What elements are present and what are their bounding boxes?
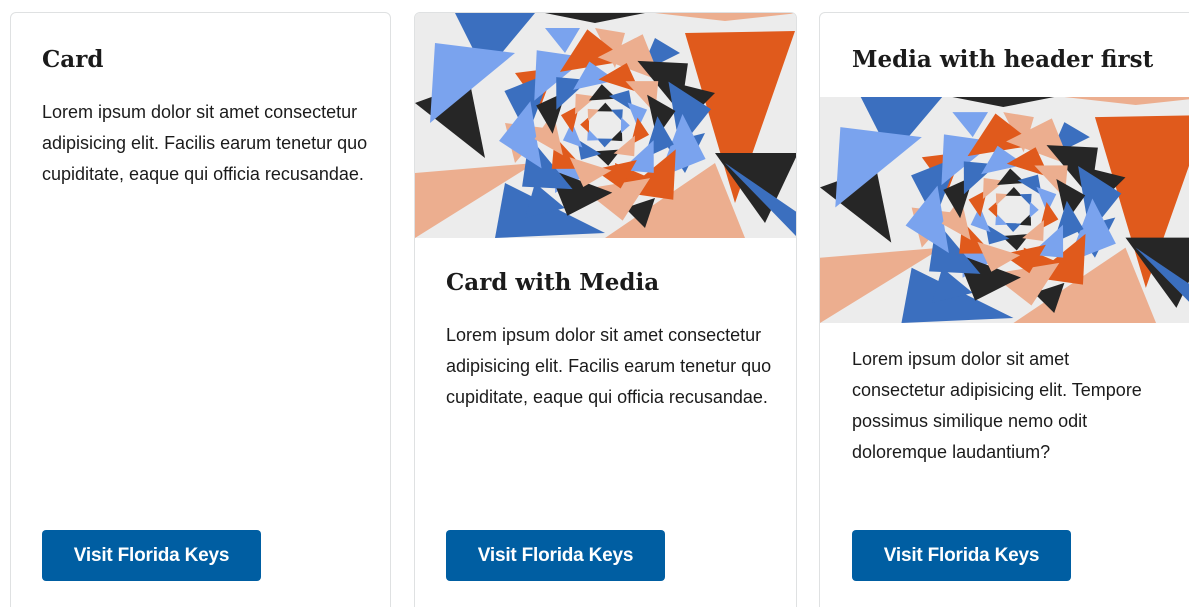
card-media-image	[415, 13, 796, 238]
card-title: Card with Media	[446, 269, 660, 296]
card-header-first: Media with header first Lorem ipsum dolo…	[819, 12, 1189, 607]
card-title: Media with header first	[852, 46, 1154, 73]
card-body-text: Lorem ipsum dolor sit amet consectetur a…	[852, 349, 1142, 462]
visit-florida-keys-button[interactable]: Visit Florida Keys	[42, 530, 261, 581]
geometric-triangle-art	[415, 13, 796, 238]
card-title: Card	[42, 46, 104, 73]
card-body-text: Lorem ipsum dolor sit amet consectetur a…	[446, 325, 772, 407]
card-group: Card Lorem ipsum dolor sit amet consecte…	[0, 0, 1189, 607]
geometric-triangle-art	[820, 97, 1189, 323]
card-with-media: Card with Media Lorem ipsum dolor sit am…	[414, 12, 797, 607]
visit-florida-keys-button[interactable]: Visit Florida Keys	[446, 530, 665, 581]
card-media-image	[820, 97, 1189, 323]
card-body-text: Lorem ipsum dolor sit amet consectetur a…	[42, 102, 368, 184]
card-basic: Card Lorem ipsum dolor sit amet consecte…	[10, 12, 391, 607]
visit-florida-keys-button[interactable]: Visit Florida Keys	[852, 530, 1071, 581]
